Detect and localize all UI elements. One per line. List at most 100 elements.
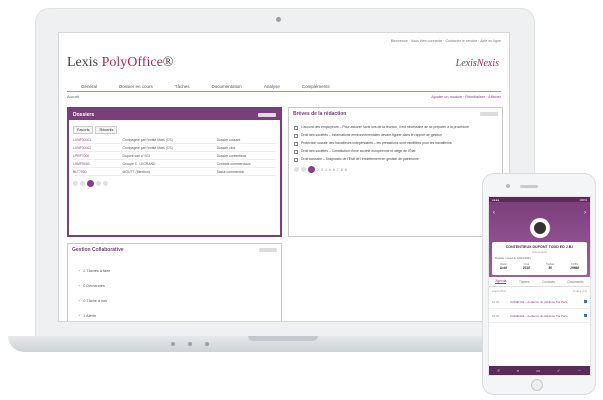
collab-panel: Gestion Collaborative +2 Tâches à faire … [67, 243, 282, 321]
dossier-pager [73, 180, 276, 187]
laptop-dots [171, 342, 209, 346]
dossier-type: Contentieux [532, 250, 547, 254]
panel-controls[interactable] [259, 247, 277, 252]
panel-title: Gestion Collaborative [72, 246, 124, 253]
more-icon[interactable]: ⋯ [577, 368, 581, 373]
pager-page[interactable]: 7 [337, 168, 339, 172]
list-item[interactable]: +0 Tâche à voir [78, 293, 271, 308]
panel-header: Gestion Collaborative [68, 244, 281, 255]
laptop-screen: Bienvenue · Vous êtes connecté · Contact… [58, 32, 510, 322]
nav-item[interactable]: Compléments [302, 84, 330, 89]
pager-page[interactable]: 2 [317, 168, 319, 172]
pager-page[interactable]: 9 [345, 168, 347, 172]
table-row[interactable]: LXNF00002 Compagnie par l'entité Mars (CS… [73, 144, 276, 152]
breves-panel: Brèves de la rédaction L'accord des empl… [288, 107, 503, 237]
phone-hero: ‹ › CONTENTIEUX DUPONT TODD ED J.B.I Con… [489, 202, 590, 277]
table-row[interactable]: LXMF5000 Groupe C. LEGRAND Contrats commer… [73, 160, 276, 168]
news-icon [294, 150, 298, 154]
brand-logo: Lexis PolyOffice® [67, 55, 174, 70]
lexisnexis-logo: LexisNexis [455, 58, 499, 69]
pager-dot-active[interactable] [308, 166, 315, 173]
table-row[interactable]: BLT7000 MOUTT (Mention) Statut commercial [73, 168, 276, 176]
news-icon [294, 158, 298, 162]
tab-recents[interactable]: Récents [95, 126, 118, 134]
forward-icon[interactable]: › [584, 210, 586, 216]
nav-item[interactable]: Analyse [264, 84, 280, 89]
module-actions[interactable]: Ajouter un module · Réinitialiser · Affi… [431, 95, 501, 103]
nav-item[interactable]: Général [81, 84, 97, 89]
panel-header: Dossiers [69, 109, 280, 120]
list-item[interactable]: +2 Tâches à faire [78, 263, 271, 278]
plus-icon: + [78, 313, 81, 318]
section-header: Aujourd'hui Toutes (19) [492, 289, 587, 293]
list-item[interactable]: 15:00 AUDIENCE – Audience de plaidoirie T… [489, 309, 590, 323]
stat-item: Statut Actif [499, 263, 508, 270]
phone-screen: ●●●● 100% ‹ › CONTENTIEUX DUPONT TODD ED … [488, 196, 591, 376]
pager-dot[interactable] [96, 181, 101, 186]
pager-page[interactable]: 6 [333, 168, 335, 172]
dossiers-panel: Dossiers Favoris Récents LXNF00001 Compag… [67, 107, 282, 237]
panel-controls[interactable] [480, 111, 498, 116]
flag-icon [584, 300, 587, 303]
news-item[interactable]: Protection sociale des travailleurs indé… [294, 141, 497, 146]
plus-icon: + [78, 268, 81, 273]
phone-camera-icon [506, 184, 510, 188]
tab-contacts[interactable]: Contacts [542, 280, 555, 284]
news-icon [294, 134, 298, 138]
news-item[interactable]: Droit des sociétés – Informations enviro… [294, 133, 497, 138]
list-item[interactable]: 13:30 AUDIENCE – Audience de plaidoirie T… [489, 295, 590, 309]
pager-dot[interactable] [73, 181, 78, 186]
pager-dot-active[interactable] [87, 180, 94, 187]
flag-icon [584, 314, 587, 317]
dossier-meta: Dossier ouvert le 12/03/2021 [495, 256, 531, 260]
panel-title: Brèves de la rédaction [293, 110, 347, 117]
pager-dot[interactable] [103, 181, 108, 186]
back-icon[interactable]: ‹ [493, 210, 495, 216]
menu-icon[interactable]: ≡ [498, 368, 500, 373]
news-item[interactable]: Droit des sociétés – Constitution d'une … [294, 149, 497, 154]
pager-page[interactable]: 8 [341, 168, 343, 172]
dossier-tabs: Favoris Récents [73, 126, 276, 134]
table-row[interactable]: LPRF7000 Dupont sarl c/ SCI Dossier conten… [73, 152, 276, 160]
main-nav: Général Dossier en cours Tâches Document… [67, 81, 501, 92]
panel-controls[interactable] [258, 112, 276, 117]
pager-dot[interactable] [301, 167, 306, 172]
phone-tabs: Agenda Tâches Contacts Documents [489, 277, 590, 287]
home-button[interactable] [531, 379, 543, 391]
camera-icon [276, 17, 281, 22]
breadcrumb: Accueil [67, 95, 80, 99]
tab-favoris[interactable]: Favoris [73, 126, 94, 134]
table-row[interactable]: LXNF00001 Compagnie par l'entité Mars (CS… [73, 136, 276, 144]
tab-taches[interactable]: Tâches [519, 280, 529, 284]
nav-item[interactable]: Documentation [212, 84, 242, 89]
news-list: L'accord des employeurs – Pour assurer l… [294, 125, 497, 162]
top-links[interactable]: Bienvenue · Vous êtes connecté · Contact… [301, 39, 501, 44]
dossier-card: CONTENTIEUX DUPONT TODD ED J.B.I Content… [492, 242, 587, 275]
stage: Bienvenue · Vous êtes connecté · Contact… [0, 0, 603, 400]
list-item[interactable]: +1 Alerte [78, 308, 271, 321]
news-item[interactable]: L'accord des employeurs – Pour assurer l… [294, 125, 497, 130]
pager-dot[interactable] [80, 181, 85, 186]
dossier-table: LXNF00001 Compagnie par l'entité Mars (CS… [73, 136, 276, 176]
news-icon [294, 142, 298, 146]
pager-dot[interactable] [294, 167, 299, 172]
pager-page[interactable]: 3 [321, 168, 323, 172]
list-item[interactable]: +0 Demandes [78, 278, 271, 293]
collab-list: +2 Tâches à faire +0 Demandes +0 Tâche à… [78, 263, 271, 321]
pager-page[interactable]: 5 [329, 168, 331, 172]
tab-documents[interactable]: Documents [568, 280, 584, 284]
plus-icon: + [78, 298, 81, 303]
folder-icon[interactable]: ▭ [536, 368, 540, 373]
avatar [530, 218, 550, 238]
nav-item[interactable]: Tâches [175, 84, 190, 89]
news-item[interactable]: Droit bancaire – Diagnostic de l'État de… [294, 157, 497, 162]
plus-icon: + [78, 283, 81, 288]
panel-header: Brèves de la rédaction [289, 108, 502, 119]
pager-page[interactable]: 4 [325, 168, 327, 172]
check-icon[interactable]: ✓ [557, 368, 560, 373]
search-icon[interactable]: ⌕ [517, 368, 519, 373]
news-pager: 2 3 4 5 6 7 8 9 [294, 166, 498, 173]
nav-item[interactable]: Dossier en cours [119, 84, 153, 89]
tab-agenda[interactable]: Agenda [495, 279, 507, 284]
stat-item: Tâches 36 [545, 263, 555, 270]
